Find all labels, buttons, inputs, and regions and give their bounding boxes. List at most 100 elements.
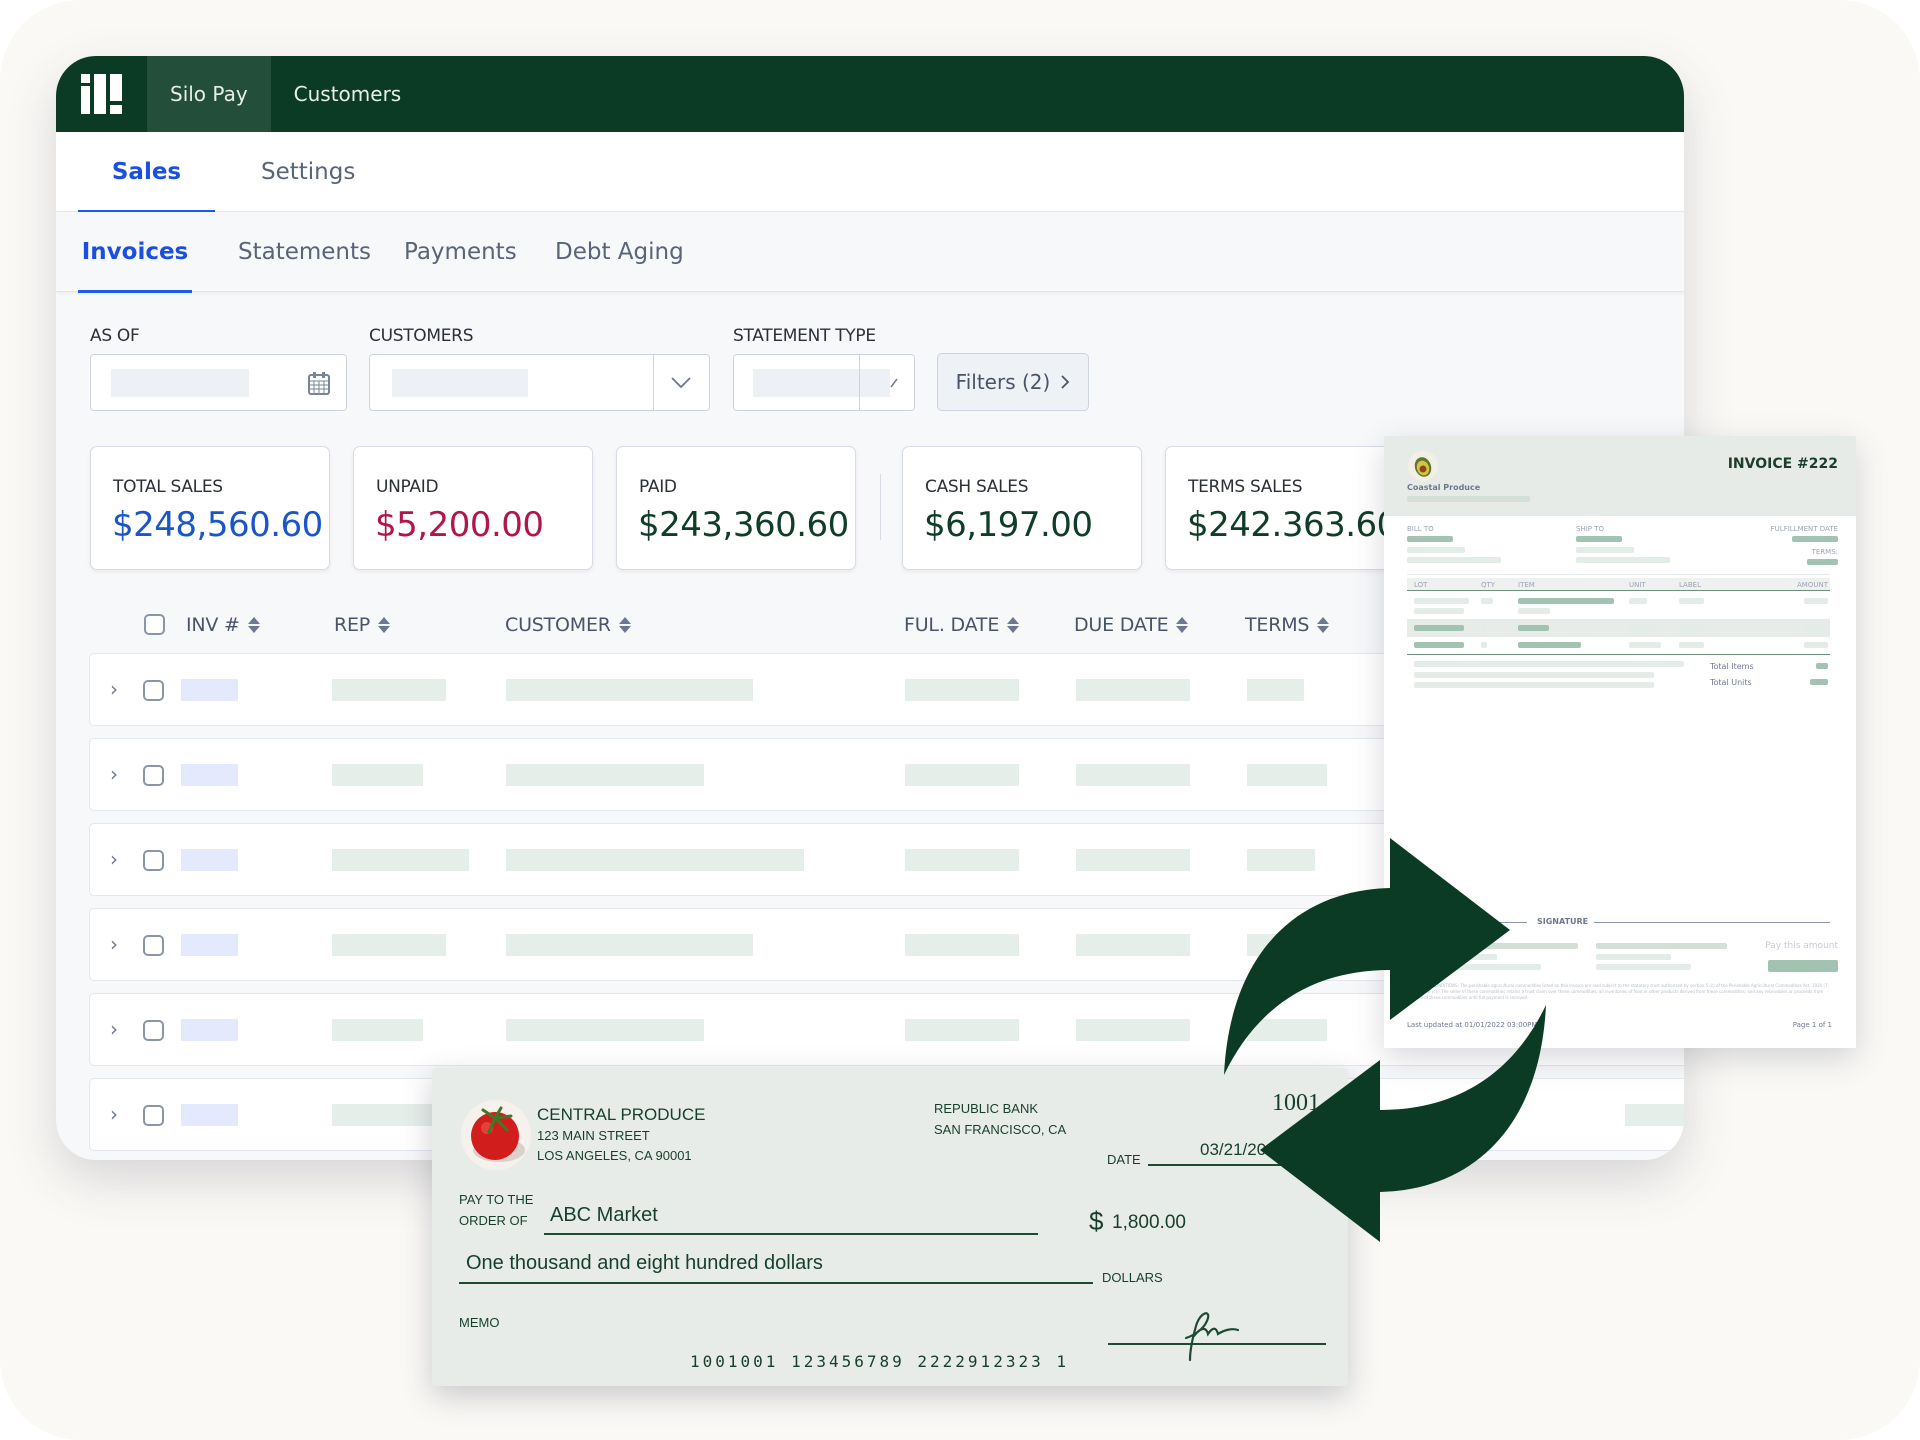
subtab-payments[interactable]: Payments (404, 212, 517, 292)
line-item-placeholder (1804, 642, 1828, 648)
sort-icon[interactable] (247, 617, 260, 633)
expand-chevron-icon[interactable]: › (110, 847, 118, 871)
line-item-placeholder (1518, 608, 1550, 614)
line-item-placeholder (1679, 625, 1704, 631)
as-of-date-input[interactable] (90, 354, 347, 411)
ful-date-placeholder (905, 1019, 1019, 1041)
chevron-down-icon[interactable] (671, 377, 691, 389)
stat-label: TOTAL SALES (113, 477, 223, 497)
invoice-number-placeholder[interactable] (181, 849, 238, 871)
check-document: CENTRAL PRODUCE 123 MAIN STREET LOS ANGE… (432, 1068, 1348, 1386)
subtab-invoices-label: Invoices (81, 239, 189, 265)
ship-to-placeholder (1576, 557, 1670, 563)
checkbox[interactable] (144, 614, 165, 635)
date-label: DATE (1107, 1152, 1141, 1167)
pay-this-amount-label: Pay this amount (1765, 941, 1838, 951)
row-checkbox[interactable] (143, 680, 164, 701)
line-item-placeholder (1481, 625, 1487, 631)
terms-placeholder (1625, 1104, 1684, 1126)
invoice-number-placeholder[interactable] (181, 764, 238, 786)
calendar-icon[interactable] (308, 371, 330, 395)
ship-to-placeholder (1576, 547, 1634, 553)
payer-address-1: 123 MAIN STREET (537, 1128, 650, 1143)
sort-icon[interactable] (618, 617, 631, 633)
nav-customers[interactable]: Customers (271, 56, 425, 132)
invoice-number-placeholder[interactable] (181, 679, 238, 701)
row-checkbox[interactable] (143, 1105, 164, 1126)
select-all-checkbox[interactable] (144, 614, 165, 635)
subtab-statements[interactable]: Statements (238, 212, 371, 292)
statement-type-select[interactable] (733, 354, 915, 411)
line-item-placeholder (1414, 598, 1469, 604)
payer-address-2: LOS ANGELES, CA 90001 (537, 1148, 692, 1163)
line-item-placeholder (1518, 625, 1549, 631)
invoice-title: INVOICE #222 (1727, 456, 1838, 472)
column-header-rep[interactable]: REP (334, 614, 391, 636)
invoice-number-placeholder[interactable] (181, 1019, 238, 1041)
filters-button[interactable]: Filters (2) (937, 353, 1089, 411)
expand-chevron-icon[interactable]: › (110, 677, 118, 701)
column-header-ful-date[interactable]: FUL. DATE (904, 614, 1020, 636)
currency-symbol: $ (1089, 1206, 1104, 1236)
memo-label: MEMO (459, 1315, 500, 1330)
stat-value: $5,200.00 (375, 505, 544, 545)
column-header-customer[interactable]: CUSTOMER (505, 614, 631, 636)
line-item-placeholder (1679, 642, 1704, 648)
line-item-placeholder (1804, 598, 1828, 604)
column-label: CUSTOMER (505, 614, 611, 636)
stat-value: $242.363.60 (1187, 505, 1398, 545)
col-unit: UNIT (1629, 581, 1646, 589)
fulfillment-date-label: FULFILLMENT DATE (1770, 525, 1838, 533)
column-header-terms[interactable]: TERMS (1245, 614, 1330, 636)
customers-select[interactable] (369, 354, 710, 411)
total-units-label: Total Units (1710, 678, 1752, 687)
expand-chevron-icon[interactable]: › (110, 1102, 118, 1126)
row-checkbox[interactable] (143, 850, 164, 871)
invoice-number-placeholder[interactable] (181, 934, 238, 956)
tab-sales[interactable]: Sales (78, 132, 215, 213)
nav-silo-pay[interactable]: Silo Pay (147, 56, 271, 132)
customer-placeholder (506, 764, 704, 786)
top-navbar: Silo Pay Customers (56, 56, 1684, 132)
terms-placeholder (1247, 679, 1304, 701)
sort-icon[interactable] (1317, 617, 1330, 633)
row-checkbox[interactable] (143, 765, 164, 786)
invoice-number-placeholder[interactable] (181, 1104, 238, 1126)
silo-logo[interactable] (56, 56, 147, 132)
chevron-down-icon[interactable] (890, 377, 898, 389)
subtab-debt-aging[interactable]: Debt Aging (555, 212, 684, 292)
expand-chevron-icon[interactable]: › (110, 932, 118, 956)
row-checkbox[interactable] (143, 935, 164, 956)
as-of-value-placeholder (111, 369, 249, 397)
tab-settings[interactable]: Settings (261, 132, 355, 212)
line-item-placeholder (1481, 642, 1487, 648)
rep-placeholder (332, 1104, 446, 1126)
payee-line (544, 1233, 1038, 1235)
signature-placeholder (1596, 964, 1691, 970)
column-label: INV # (186, 614, 240, 636)
stat-label: TERMS SALES (1188, 477, 1303, 497)
line-items-bottom-rule (1407, 654, 1830, 655)
line-item-placeholder (1518, 598, 1614, 604)
divider (1407, 574, 1830, 575)
ship-to-label: SHIP TO (1576, 525, 1605, 533)
due-date-placeholder (1076, 764, 1190, 786)
ful-date-placeholder (905, 934, 1019, 956)
sync-arrows-icon (1224, 838, 1546, 1242)
row-checkbox[interactable] (143, 1020, 164, 1041)
expand-chevron-icon[interactable]: › (110, 1017, 118, 1041)
sort-icon[interactable] (1007, 617, 1020, 633)
bank-city: SAN FRANCISCO, CA (934, 1122, 1067, 1137)
subtab-invoices[interactable]: Invoices (78, 212, 192, 293)
statement-type-placeholder (753, 369, 890, 397)
chevron-right-icon (1061, 375, 1070, 389)
column-header-due-date[interactable]: DUE DATE (1074, 614, 1189, 636)
sort-icon[interactable] (378, 617, 391, 633)
stat-label: UNPAID (376, 477, 439, 497)
sub-tabs: Invoices Statements Payments Debt Aging (56, 212, 1684, 293)
rep-placeholder (332, 934, 446, 956)
column-header-inv[interactable]: INV # (186, 614, 260, 636)
sort-icon[interactable] (1176, 617, 1189, 633)
stat-card-paid: PAID $243,360.60 (616, 446, 856, 570)
expand-chevron-icon[interactable]: › (110, 762, 118, 786)
